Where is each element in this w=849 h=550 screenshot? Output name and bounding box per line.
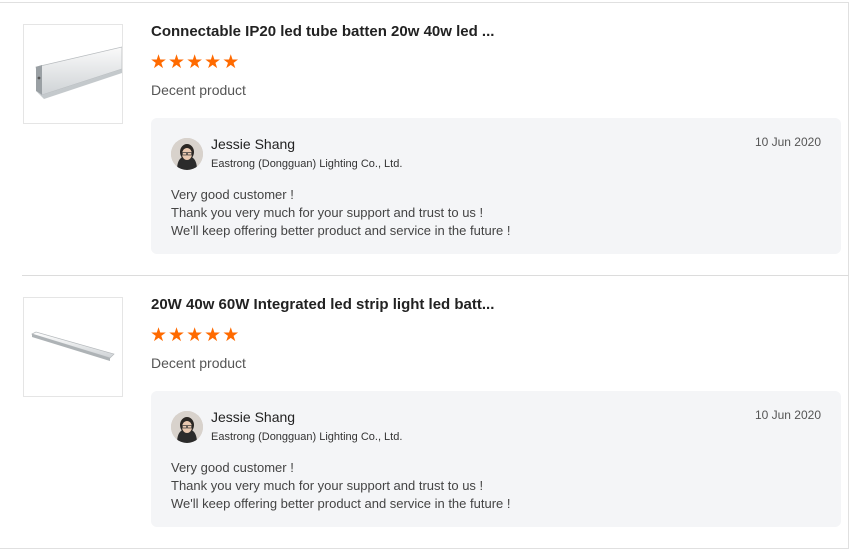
replier-name: Jessie Shang xyxy=(211,409,296,425)
reply-line: Thank you very much for your support and… xyxy=(171,478,484,493)
replier-name: Jessie Shang xyxy=(211,136,296,152)
strip-light-image xyxy=(31,331,115,361)
supplier-reply: Jessie Shang Eastrong (Dongguan) Lightin… xyxy=(151,118,841,254)
replier-company: Eastrong (Dongguan) Lighting Co., Ltd. xyxy=(211,431,403,443)
product-title[interactable]: Connectable IP20 led tube batten 20w 40w… xyxy=(151,23,494,40)
reply-line: We'll keep offering better product and s… xyxy=(171,496,511,511)
star-icon: ★ xyxy=(168,52,186,73)
star-icon: ★ xyxy=(150,52,168,73)
reply-line: Thank you very much for your support and… xyxy=(171,205,484,220)
replier-company: Eastrong (Dongguan) Lighting Co., Ltd. xyxy=(211,158,403,170)
rating-stars: ★ ★ ★ ★ ★ xyxy=(150,52,239,74)
person-avatar-icon xyxy=(171,138,203,170)
star-icon: ★ xyxy=(222,325,240,346)
reply-message: Very good customer ! Thank you very much… xyxy=(171,459,510,513)
star-icon: ★ xyxy=(186,52,204,73)
reply-date: 10 Jun 2020 xyxy=(754,135,821,149)
product-title[interactable]: 20W 40w 60W Integrated led strip light l… xyxy=(151,296,494,313)
batten-light-image xyxy=(35,46,122,99)
product-thumbnail[interactable] xyxy=(23,24,123,124)
avatar xyxy=(171,411,203,443)
rating-stars: ★ ★ ★ ★ ★ xyxy=(150,325,239,347)
reply-line: Very good customer ! xyxy=(171,460,294,475)
person-avatar-icon xyxy=(171,411,203,443)
star-icon: ★ xyxy=(168,325,186,346)
rating-text: Decent product xyxy=(151,82,246,98)
star-icon: ★ xyxy=(150,325,168,346)
star-icon: ★ xyxy=(222,52,240,73)
reply-line: We'll keep offering better product and s… xyxy=(171,223,511,238)
reply-line: Very good customer ! xyxy=(171,187,294,202)
product-thumbnail[interactable] xyxy=(23,297,123,397)
review-item: Connectable IP20 led tube batten 20w 40w… xyxy=(0,3,849,276)
reply-date: 10 Jun 2020 xyxy=(754,408,821,422)
reply-message: Very good customer ! Thank you very much… xyxy=(171,186,510,240)
avatar xyxy=(171,138,203,170)
review-item: 20W 40w 60W Integrated led strip light l… xyxy=(0,276,849,549)
supplier-reply: Jessie Shang Eastrong (Dongguan) Lightin… xyxy=(151,391,841,527)
star-icon: ★ xyxy=(204,325,222,346)
star-icon: ★ xyxy=(204,52,222,73)
star-icon: ★ xyxy=(186,325,204,346)
rating-text: Decent product xyxy=(151,355,246,371)
